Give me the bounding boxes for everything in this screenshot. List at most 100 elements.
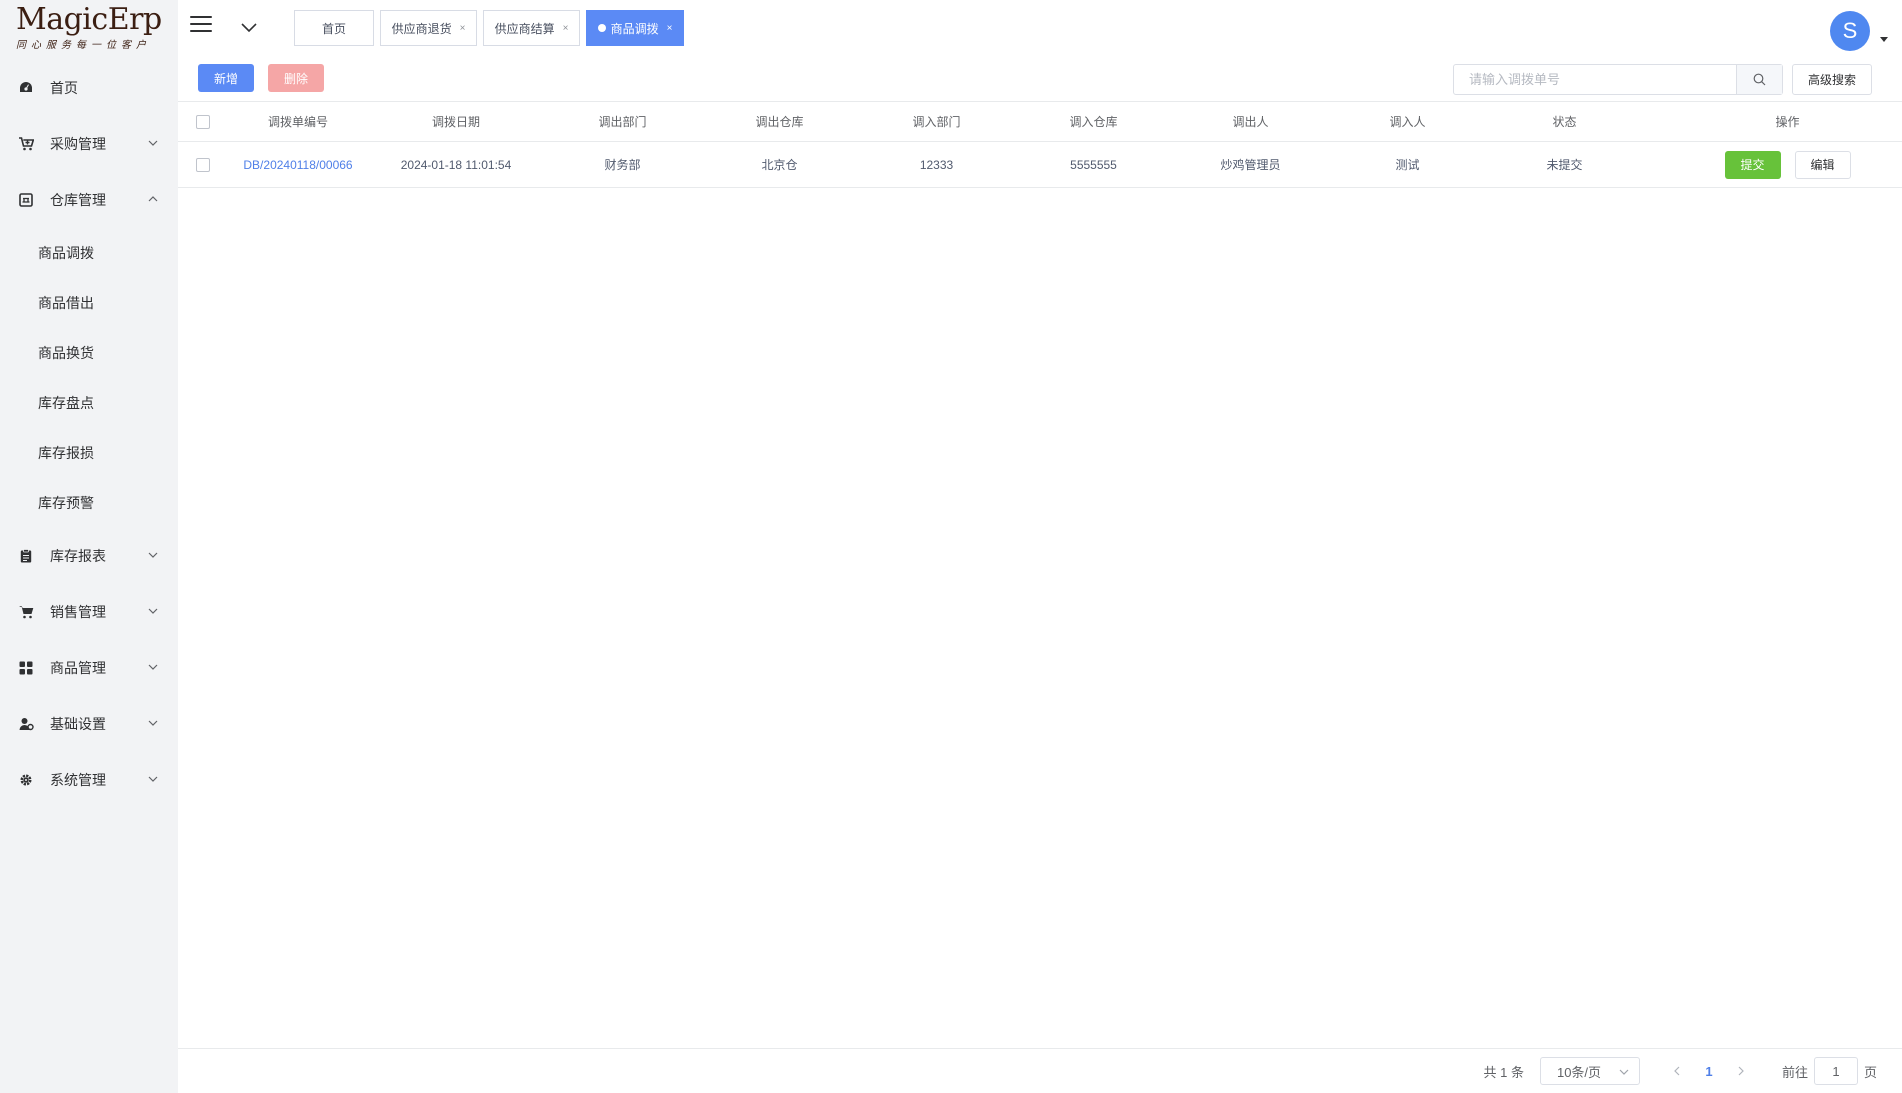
- chevron-down-icon: [148, 140, 158, 146]
- tab-home[interactable]: 首页: [294, 10, 374, 46]
- sidebar-subitem-goods-transfer[interactable]: 商品调拨: [0, 228, 178, 278]
- sidebar-item-label: 系统管理: [50, 772, 106, 788]
- page-number[interactable]: 1: [1692, 1064, 1726, 1079]
- chevron-down-icon: [1619, 1069, 1629, 1075]
- advanced-search-button[interactable]: 高级搜索: [1792, 64, 1872, 95]
- pagination-bar: 共 1 条 10条/页 1 前往 页: [178, 1048, 1902, 1093]
- column-header: 调入人: [1389, 115, 1426, 129]
- chevron-up-icon: [148, 196, 158, 202]
- close-icon[interactable]: ×: [563, 23, 569, 34]
- sidebar-item-system[interactable]: 系统管理: [0, 752, 178, 808]
- sidebar-item-warehouse[interactable]: 仓库管理: [0, 172, 178, 228]
- row-checkbox[interactable]: [196, 157, 210, 172]
- sidebar-subitem-stock-loss[interactable]: 库存报损: [0, 428, 178, 478]
- warehouse-icon: [18, 192, 34, 208]
- column-header: 调入仓库: [1069, 115, 1118, 129]
- chevron-left-icon: [1674, 1066, 1680, 1076]
- sidebar-subitem-goods-exchange[interactable]: 商品换货: [0, 328, 178, 378]
- pagination: 共 1 条 10条/页 1 前往 页: [1484, 1057, 1877, 1085]
- table-header-row: 调拨单编号 调拨日期 调出部门 调出仓库 调入部门 调入仓库 调出人 调入人 状…: [178, 102, 1902, 142]
- column-header: 调出部门: [598, 115, 647, 129]
- close-icon[interactable]: ×: [667, 23, 673, 34]
- column-header: 调出人: [1232, 115, 1269, 129]
- next-page-button[interactable]: [1726, 1066, 1756, 1076]
- sidebar: MagicErp 同心服务每一位客户 首页 采购管理 仓库管理 商品调拨 商品借…: [0, 0, 178, 1093]
- status-text: 未提交: [1546, 158, 1583, 172]
- cart-icon: [18, 604, 34, 620]
- tab-label: 首页: [321, 21, 346, 36]
- top-header: 首页 供应商退货 × 供应商结算 × 商品调拨 × S: [178, 0, 1902, 58]
- chevron-right-icon: [1738, 1066, 1744, 1076]
- tab-bar: 首页 供应商退货 × 供应商结算 × 商品调拨 ×: [294, 10, 690, 46]
- prev-page-button[interactable]: [1662, 1066, 1692, 1076]
- user-gear-icon: [18, 716, 34, 732]
- tab-supplier-settlement[interactable]: 供应商结算 ×: [483, 10, 580, 46]
- search-icon: [1753, 73, 1766, 86]
- grid-icon: [18, 660, 34, 676]
- tab-supplier-return[interactable]: 供应商退货 ×: [380, 10, 477, 46]
- logo-tagline: 同心服务每一位客户: [16, 40, 151, 51]
- sidebar-item-label: 首页: [50, 80, 78, 96]
- sidebar-subitem-goods-lend[interactable]: 商品借出: [0, 278, 178, 328]
- sidebar-item-label: 基础设置: [50, 716, 106, 732]
- dashboard-icon: [18, 80, 34, 96]
- chevron-down-icon: [148, 608, 158, 614]
- sidebar-item-sales[interactable]: 销售管理: [0, 584, 178, 640]
- sidebar-item-basic-settings[interactable]: 基础设置: [0, 696, 178, 752]
- tab-label: 供应商退货: [391, 21, 452, 36]
- table-row: DB/20240118/00066 2024-01-18 11:01:54 财务…: [178, 142, 1902, 188]
- clipboard-icon: [18, 548, 34, 564]
- sidebar-item-label: 销售管理: [50, 604, 106, 620]
- chevron-down-icon: [148, 720, 158, 726]
- sidebar-menu: 首页 采购管理 仓库管理 商品调拨 商品借出 商品换货 库存盘点 库存报损 库存…: [0, 60, 178, 808]
- page-unit-label: 页: [1863, 1064, 1877, 1080]
- submit-button[interactable]: 提交: [1724, 150, 1781, 179]
- edit-button[interactable]: 编辑: [1794, 150, 1851, 179]
- cart-plus-icon: [18, 136, 34, 152]
- tab-goods-transfer[interactable]: 商品调拨 ×: [586, 10, 684, 46]
- active-dot-icon: [597, 24, 606, 32]
- chevron-down-icon: [148, 552, 158, 558]
- chevron-down-icon: [148, 776, 158, 782]
- search-button[interactable]: [1736, 65, 1782, 94]
- column-header: 状态: [1552, 115, 1577, 129]
- toolbar: 新增 删除 高级搜索: [178, 58, 1902, 102]
- column-header: 调入部门: [912, 115, 961, 129]
- header-checkbox-cell: [178, 114, 228, 129]
- sidebar-item-stock-report[interactable]: 库存报表: [0, 528, 178, 584]
- column-header: 调出仓库: [755, 115, 804, 129]
- sidebar-subitem-stock-alert[interactable]: 库存预警: [0, 478, 178, 528]
- add-button[interactable]: 新增: [198, 64, 254, 92]
- logo-title: MagicErp: [16, 2, 162, 37]
- page-jump-input[interactable]: [1813, 1057, 1858, 1085]
- goto-label: 前往: [1781, 1064, 1808, 1080]
- page-size-select[interactable]: 10条/页: [1539, 1057, 1640, 1085]
- out-person: 炒鸡管理员: [1220, 158, 1281, 172]
- transfer-code-link[interactable]: DB/20240118/00066: [228, 158, 368, 172]
- transfer-table: 调拨单编号 调拨日期 调出部门 调出仓库 调入部门 调入仓库 调出人 调入人 状…: [178, 102, 1902, 188]
- sidebar-item-purchase[interactable]: 采购管理: [0, 116, 178, 172]
- chevron-down-icon: [148, 664, 158, 670]
- close-icon[interactable]: ×: [460, 23, 466, 34]
- sidebar-item-goods[interactable]: 商品管理: [0, 640, 178, 696]
- in-person: 测试: [1395, 158, 1420, 172]
- search-input[interactable]: [1454, 65, 1736, 94]
- chevron-down-icon[interactable]: [240, 18, 258, 36]
- column-header: 操作: [1775, 115, 1800, 129]
- sidebar-subitem-stocktake[interactable]: 库存盘点: [0, 378, 178, 428]
- out-warehouse: 北京仓: [761, 158, 798, 172]
- in-warehouse: 5555555: [1070, 157, 1117, 172]
- avatar[interactable]: S: [1830, 11, 1870, 51]
- logo[interactable]: MagicErp 同心服务每一位客户: [16, 2, 162, 56]
- tab-label: 商品调拨: [610, 21, 659, 36]
- menu-toggle-icon[interactable]: [190, 16, 212, 36]
- sidebar-item-label: 采购管理: [50, 136, 106, 152]
- sidebar-item-label: 仓库管理: [50, 192, 106, 208]
- search-box: [1453, 64, 1783, 95]
- delete-button[interactable]: 删除: [268, 64, 324, 92]
- caret-down-icon[interactable]: [1880, 37, 1888, 42]
- tab-label: 供应商结算: [494, 21, 555, 36]
- row-actions: 提交 编辑: [1643, 150, 1902, 179]
- select-all-checkbox[interactable]: [196, 114, 210, 129]
- sidebar-item-home[interactable]: 首页: [0, 60, 178, 116]
